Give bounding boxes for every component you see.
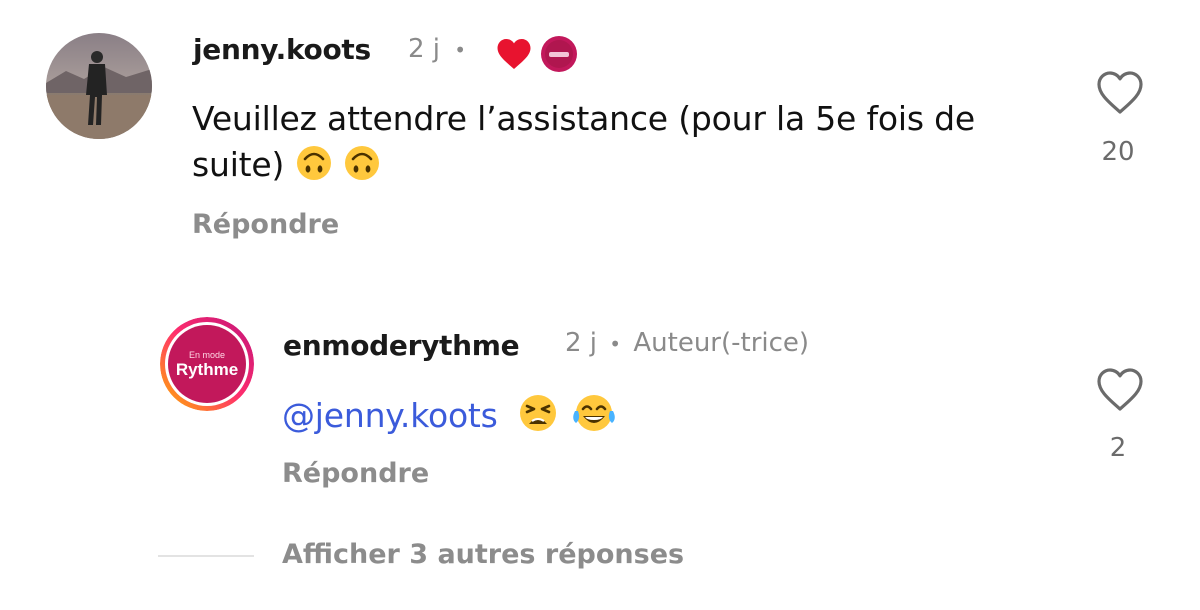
replies-divider (158, 555, 254, 557)
reply-body: @jenny.koots (282, 393, 1042, 445)
reply-item: En mode Rythme enmoderythme 2 j • Auteur… (0, 300, 1200, 510)
tears-of-joy-emoji (570, 393, 618, 445)
like-button[interactable] (1096, 70, 1144, 118)
author-badge: Auteur(-trice) (633, 328, 810, 358)
heart-outline-icon (1097, 71, 1143, 114)
comment-time-value: 2 j (408, 34, 441, 64)
reply-username[interactable]: enmoderythme (283, 329, 520, 362)
view-more-replies-button[interactable]: Afficher 3 autres réponses (282, 539, 684, 570)
avatar[interactable] (46, 33, 152, 139)
meta-dot: • (454, 38, 467, 62)
comment-item: jenny.koots 2 j • Veuillez attendre l’as… (0, 0, 1200, 270)
heart-outline-icon (1097, 368, 1143, 411)
heart-icon (496, 37, 532, 75)
meta-dot: • (609, 332, 622, 356)
like-button[interactable] (1096, 367, 1144, 415)
upside-down-face-emoji (295, 144, 333, 194)
creator-liked-avatar-icon (540, 35, 578, 77)
avatar-text-large: Rythme (175, 360, 239, 379)
reply-button[interactable]: Répondre (282, 458, 429, 489)
comment-time: 2 j • (408, 34, 466, 64)
tired-face-emoji (516, 393, 560, 445)
comment-body: Veuillez attendre l’assistance (pour la … (192, 96, 1072, 194)
author-avatar[interactable]: En mode Rythme (160, 317, 254, 411)
upside-down-face-emoji (343, 144, 381, 194)
reply-meta: 2 j • Auteur(-trice) (565, 328, 809, 358)
mention-link[interactable]: @jenny.koots (282, 396, 498, 435)
like-count: 20 (1101, 137, 1135, 167)
like-count: 2 (1109, 433, 1127, 463)
reply-time: 2 j (565, 328, 598, 358)
reply-button[interactable]: Répondre (192, 209, 339, 240)
comment-username[interactable]: jenny.koots (193, 33, 371, 66)
avatar-text-small: En mode (188, 350, 226, 360)
